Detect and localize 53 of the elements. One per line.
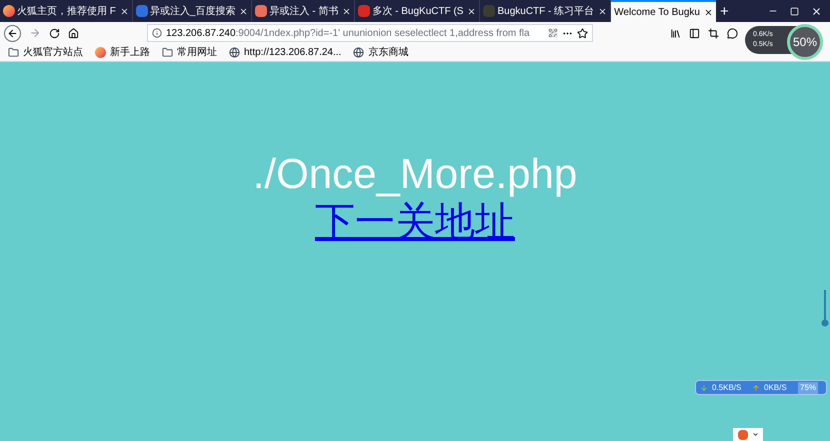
download-icon <box>700 384 708 392</box>
address-field[interactable]: 123.206.87.240:9004/1ndex.php?id=-1' ununionion seselectlect 1,address from fla <box>147 24 593 42</box>
tab-title: Welcome To Bugku <box>614 6 700 20</box>
folder-icon <box>8 47 19 58</box>
tab-title: 火狐主页，推荐使用 F <box>17 4 116 18</box>
globe-icon <box>353 47 364 58</box>
browser-logo-icon <box>3 5 15 17</box>
next-level-link[interactable]: 下一关地址 <box>315 198 515 246</box>
upload-icon <box>752 384 760 392</box>
upload-speed: 0KB/S <box>764 382 788 394</box>
close-icon[interactable] <box>704 8 713 16</box>
tab-title: 异或注入 - 简书 <box>269 4 338 18</box>
tab-title: 多次 - BugKuCTF (S <box>372 4 464 18</box>
close-icon[interactable] <box>120 6 129 16</box>
close-icon[interactable] <box>467 6 476 16</box>
home-icon[interactable] <box>68 28 79 38</box>
site-logo-icon <box>255 5 268 17</box>
caret-icon <box>752 431 758 438</box>
new-tab-button[interactable]: + <box>716 0 733 22</box>
star-icon[interactable] <box>577 28 588 38</box>
sidebar-icon[interactable] <box>689 28 700 38</box>
folder-icon <box>162 47 173 58</box>
crop-icon[interactable] <box>708 28 719 38</box>
globe-icon <box>229 47 240 58</box>
chat-icon[interactable] <box>727 28 738 38</box>
close-icon[interactable] <box>342 6 352 16</box>
close-icon[interactable] <box>239 6 248 16</box>
download-speed: 0.5KB/S <box>712 382 742 394</box>
bookmark-item[interactable]: http://123.206.87.24... <box>229 45 342 60</box>
site-logo-icon <box>358 5 370 17</box>
close-icon[interactable] <box>598 6 608 16</box>
bookmark-item[interactable]: 常用网址 <box>162 45 217 60</box>
restore-icon[interactable] <box>790 6 799 16</box>
qr-code-icon[interactable] <box>548 28 558 38</box>
browser-logo-icon <box>95 47 106 58</box>
bookmark-item[interactable]: 京东商城 <box>353 45 408 60</box>
bookmark-item[interactable]: 新手上路 <box>95 45 150 60</box>
memory-percent: 75% <box>798 382 818 394</box>
bookmark-item[interactable]: 火狐官方站点 <box>8 45 83 60</box>
tab-title: 异或注入_百度搜索 <box>150 4 236 18</box>
close-icon[interactable] <box>811 6 822 16</box>
input-method-widget[interactable] <box>733 428 763 441</box>
browser-tab[interactable]: Welcome To Bugku <box>611 0 716 22</box>
library-icon[interactable] <box>670 28 681 38</box>
input-method-icon <box>738 430 748 440</box>
tab-title: BugkuCTF - 练习平台 <box>497 4 594 18</box>
info-icon <box>152 28 162 38</box>
reload-icon[interactable] <box>49 28 60 38</box>
address-text: 123.206.87.240:9004/1ndex.php?id=-1' ununionion seselectlect 1,address from fla <box>166 26 530 40</box>
back-button[interactable] <box>4 24 21 42</box>
scroll-handle-icon[interactable] <box>821 290 829 328</box>
page-heading: ./Once_More.php <box>252 150 578 198</box>
back-arrow-icon <box>7 28 18 38</box>
